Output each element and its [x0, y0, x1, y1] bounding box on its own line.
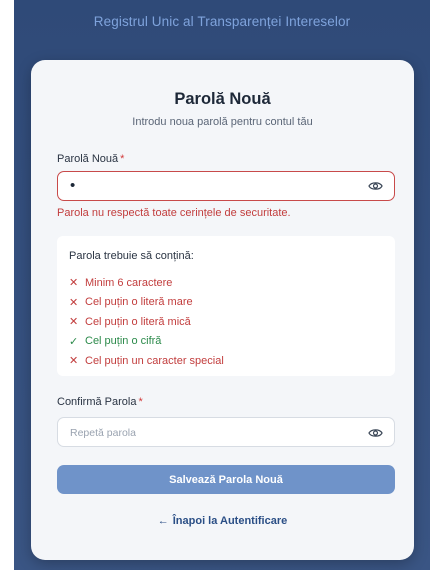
requirement-label: Minim 6 caractere	[85, 276, 173, 289]
confirm-password-label-text: Confirmă Parola	[57, 396, 137, 408]
fail-icon: ✕	[69, 296, 79, 309]
check-icon: ✓	[69, 335, 79, 348]
fail-icon: ✕	[69, 355, 79, 368]
required-mark: *	[120, 153, 125, 165]
card-title: Parolă Nouă	[174, 90, 271, 108]
requirement-digit: ✓ Cel puțin o cifră	[69, 332, 224, 352]
requirement-label: Cel puțin o literă mică	[85, 315, 191, 328]
confirm-password-placeholder: Repetă parola	[70, 427, 136, 439]
requirement-label: Cel puțin o cifră	[85, 335, 162, 348]
eye-icon[interactable]	[368, 180, 383, 192]
requirement-uppercase: ✕ Cel puțin o literă mare	[69, 293, 224, 313]
app-title: Registrul Unic al Transparenței Interese…	[93, 14, 351, 29]
arrow-left-icon: ←	[157, 515, 169, 527]
fail-icon: ✕	[69, 277, 79, 290]
new-password-label: Parolă Nouă *	[57, 153, 124, 165]
requirement-lowercase: ✕ Cel puțin o literă mică	[69, 312, 224, 332]
back-to-login-label: Înapoi la Autentificare	[172, 515, 288, 527]
new-password-card: Parolă Nouă Introdu noua parolă pentru c…	[31, 60, 414, 560]
requirements-title: Parola trebuie să conțină:	[69, 250, 194, 262]
new-password-value: •	[70, 177, 76, 194]
eye-icon[interactable]	[368, 427, 383, 439]
confirm-password-input[interactable]: Repetă parola	[57, 417, 395, 447]
app-screen: Registrul Unic al Transparenței Interese…	[14, 0, 430, 570]
required-mark: *	[138, 396, 143, 408]
save-new-password-button[interactable]: Salvează Parola Nouă	[57, 465, 395, 494]
new-password-input[interactable]: •	[57, 171, 395, 201]
requirements-list: ✕ Minim 6 caractere ✕ Cel puțin o literă m…	[69, 273, 224, 371]
requirement-min-length: ✕ Minim 6 caractere	[69, 273, 224, 293]
confirm-password-label: Confirmă Parola *	[57, 396, 143, 408]
password-error-message: Parola nu respectă toate cerințele de se…	[57, 207, 291, 219]
requirement-special-char: ✕ Cel puțin un caracter special	[69, 351, 224, 371]
card-subtitle: Introdu noua parolă pentru contul tău	[132, 116, 313, 128]
requirement-label: Cel puțin un caracter special	[85, 354, 224, 367]
requirement-label: Cel puțin o literă mare	[85, 296, 193, 309]
new-password-label-text: Parolă Nouă	[57, 153, 119, 165]
back-to-login-link[interactable]: ← Înapoi la Autentificare	[31, 515, 414, 527]
fail-icon: ✕	[69, 316, 79, 329]
password-requirements: Parola trebuie să conțină: ✕ Minim 6 cara…	[57, 236, 395, 376]
